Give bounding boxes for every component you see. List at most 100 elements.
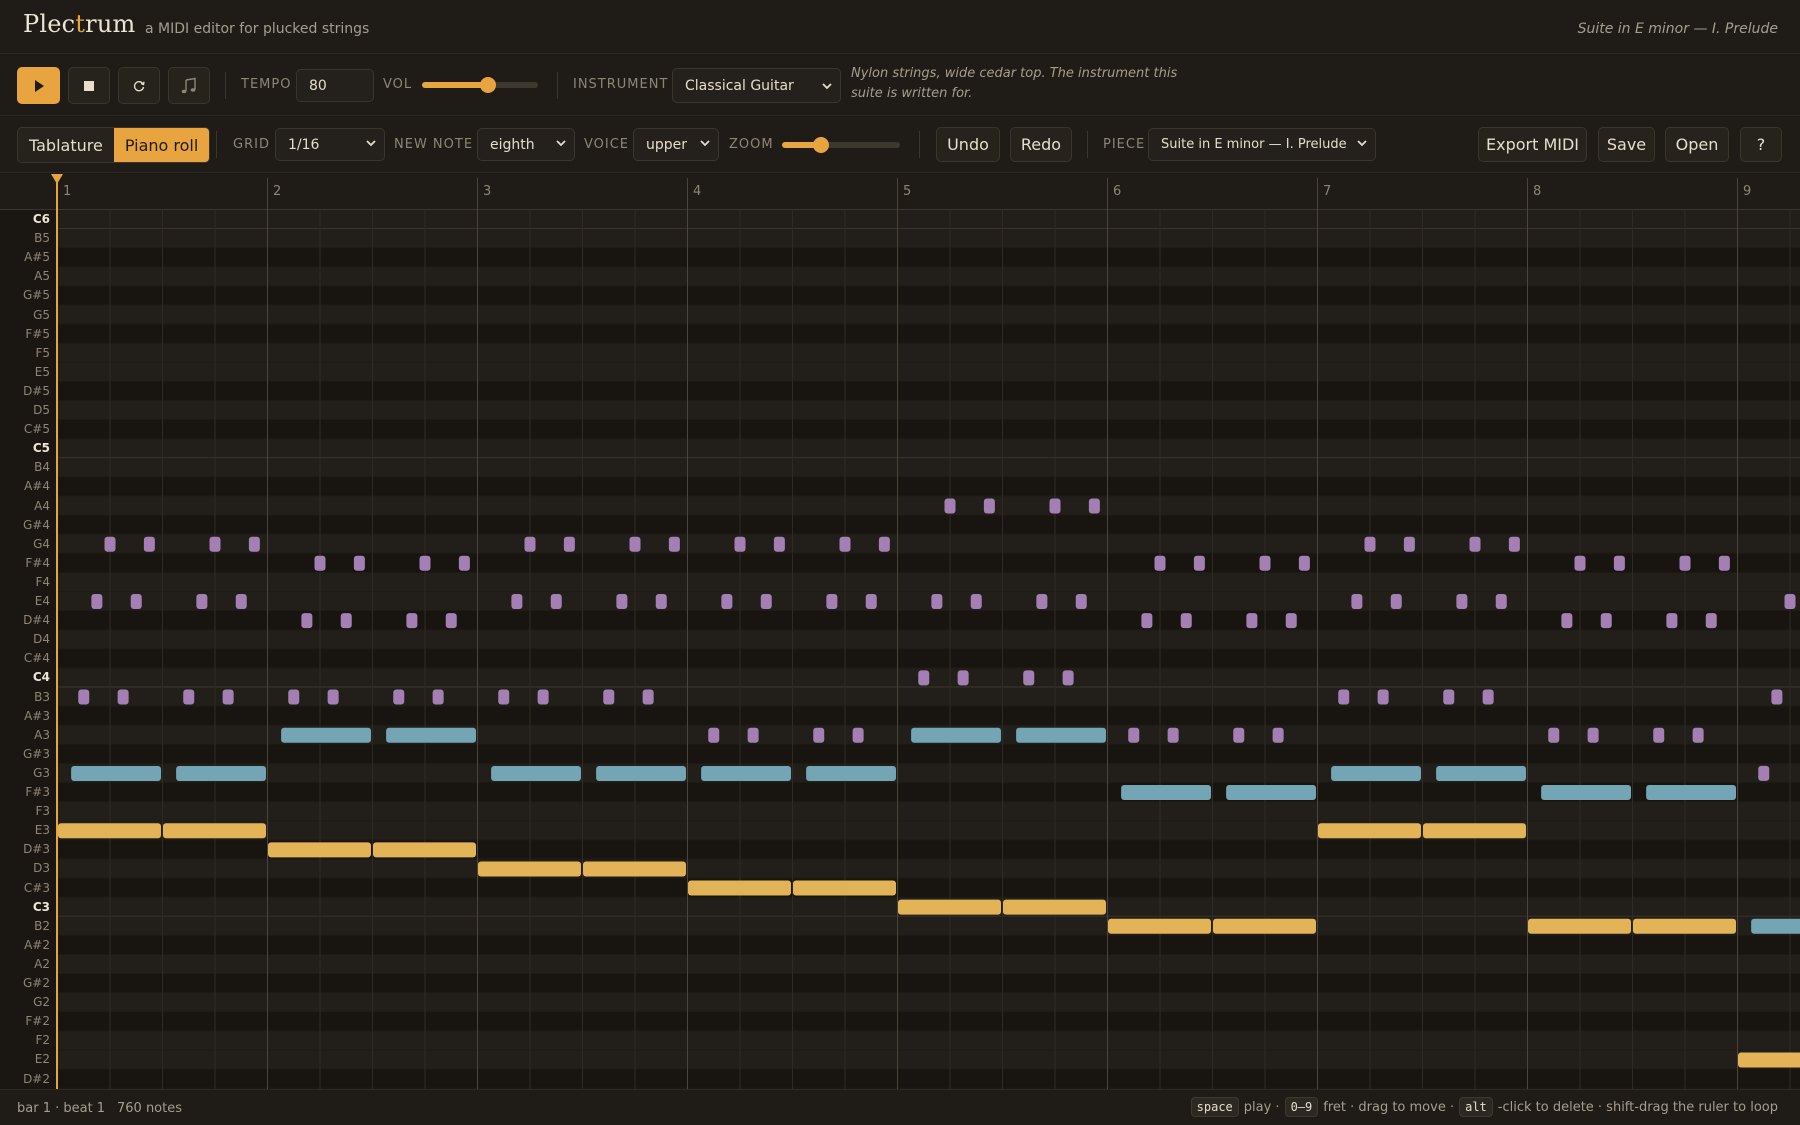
pitch-row — [57, 935, 1800, 955]
note-upper — [248, 536, 260, 552]
tempo-input[interactable]: 80 — [296, 69, 374, 102]
help-button[interactable]: ? — [1740, 127, 1782, 162]
current-piece-title: Suite in E minor — I. Prelude — [1577, 21, 1778, 37]
tab-piano-roll[interactable]: Piano roll — [113, 128, 210, 162]
stop-icon — [84, 80, 94, 91]
note-upper — [931, 594, 943, 609]
bar-number: 6 — [1113, 184, 1121, 199]
note-upper — [1718, 555, 1730, 571]
toolbar-separator — [1087, 131, 1088, 158]
instrument-select-value: Classical Guitar — [685, 77, 794, 94]
hint-text: -click to delete · shift-drag the ruler … — [1497, 1099, 1778, 1115]
pitch-row — [57, 362, 1800, 382]
instrument-description: Nylon strings, wide cedar top. The instr… — [851, 66, 1178, 101]
piano-key-label: E5 — [34, 364, 50, 379]
export-midi-button[interactable]: Export MIDI — [1478, 127, 1587, 162]
piano-key-label: E3 — [34, 823, 50, 838]
note-upper — [1154, 555, 1166, 571]
open-button[interactable]: Open — [1665, 127, 1729, 162]
piano-key-label: A5 — [34, 269, 50, 284]
hint-key: alt — [1459, 1097, 1493, 1117]
instrument-select[interactable]: Classical Guitar — [672, 68, 841, 103]
hint-key: 0–9 — [1284, 1097, 1319, 1117]
volume-label: VOL — [383, 77, 413, 92]
instrument-label: INSTRUMENT — [573, 77, 669, 92]
pitch-row — [57, 821, 1800, 841]
piece-select[interactable]: Suite in E minor — I. Prelude — [1148, 128, 1376, 161]
pitch-row — [57, 572, 1800, 592]
toolbar-separator — [919, 131, 920, 158]
play-button[interactable] — [17, 67, 60, 104]
volume-slider-handle[interactable] — [480, 77, 496, 93]
note-grid[interactable]: 1 2 3 4 5 6 7 8 9 — [0, 174, 1800, 1089]
piano-key-label: C6 — [32, 212, 50, 226]
zoom-slider-handle[interactable] — [813, 137, 829, 153]
note-middle — [1121, 785, 1211, 801]
piano-key-label: D#2 — [23, 1071, 50, 1086]
metronome-button[interactable] — [168, 67, 210, 104]
pitch-row — [57, 439, 1800, 459]
bar-number: 8 — [1533, 184, 1541, 199]
piano-key-label: C#3 — [23, 880, 50, 895]
stop-button[interactable] — [68, 67, 110, 104]
tab-tablature[interactable]: Tablature — [18, 128, 114, 162]
piano-key-label: B3 — [34, 689, 50, 704]
note-upper — [760, 594, 772, 609]
pitch-row — [57, 248, 1800, 268]
note-upper — [878, 536, 890, 552]
pitch-row — [57, 649, 1800, 669]
note-upper — [839, 536, 851, 552]
volume-slider[interactable] — [422, 75, 538, 95]
note-bass — [1213, 918, 1316, 934]
note-bass — [1003, 899, 1106, 915]
note-bass — [898, 899, 1001, 915]
voice-select[interactable]: upper — [633, 128, 719, 161]
status-bar: bar 1 · beat 1 760 notes space play · 0–9… — [0, 1089, 1800, 1125]
piano-key-label: D4 — [33, 632, 50, 647]
piano-key-label: C4 — [32, 670, 50, 685]
note-upper — [957, 670, 969, 686]
loop-button[interactable] — [118, 67, 160, 104]
note-upper — [1705, 613, 1717, 629]
new-note-select[interactable]: eighth — [477, 128, 575, 161]
pitch-row — [57, 1050, 1800, 1070]
chevron-down-icon — [822, 83, 832, 90]
title-bar: Plectrum a MIDI editor for plucked strin… — [0, 0, 1800, 54]
note-upper — [1023, 670, 1035, 686]
save-button[interactable]: Save — [1598, 127, 1655, 162]
note-middle — [911, 727, 1001, 743]
note-upper — [1508, 536, 1520, 552]
redo-button[interactable]: Redo — [1010, 127, 1072, 162]
piano-key-label: D5 — [33, 403, 50, 417]
piano-key-label: C3 — [32, 899, 50, 914]
pitch-row — [57, 343, 1800, 363]
pitch-row — [57, 592, 1800, 612]
zoom-slider[interactable] — [782, 135, 900, 155]
app-tagline: a MIDI editor for plucked strings — [145, 21, 370, 37]
note-upper — [209, 536, 221, 552]
bar-number: 1 — [63, 184, 71, 199]
piano-key-label: G5 — [33, 307, 50, 322]
undo-button[interactable]: Undo — [936, 127, 1000, 162]
piano-key-label: A#3 — [24, 708, 50, 723]
piano-key-label: G#3 — [23, 746, 50, 761]
note-upper — [1587, 727, 1599, 743]
note-upper — [1062, 670, 1074, 686]
bar-number: 9 — [1743, 184, 1751, 199]
grid-select[interactable]: 1/16 — [275, 128, 385, 161]
note-middle — [1751, 918, 1800, 934]
piano-key-label: G4 — [33, 536, 50, 551]
pitch-row — [57, 744, 1800, 764]
note-upper — [1482, 689, 1494, 705]
note-upper — [1403, 536, 1415, 552]
piano-key-label: B2 — [34, 918, 50, 933]
new-note-select-value: eighth — [490, 136, 535, 153]
piano-key-label: C#4 — [23, 651, 50, 666]
piano-roll-editor[interactable]: 123456789 C6 B5 A#5 A5 G#5 G5 F#5 F5 E5 D#5 D5 C#5 C… — [0, 174, 1800, 1089]
note-upper — [629, 536, 641, 552]
note-upper — [445, 613, 457, 629]
note-upper — [1666, 613, 1678, 629]
pitch-row — [57, 286, 1800, 306]
hint-text: play · — [1243, 1099, 1280, 1115]
note-bass — [1108, 918, 1211, 934]
